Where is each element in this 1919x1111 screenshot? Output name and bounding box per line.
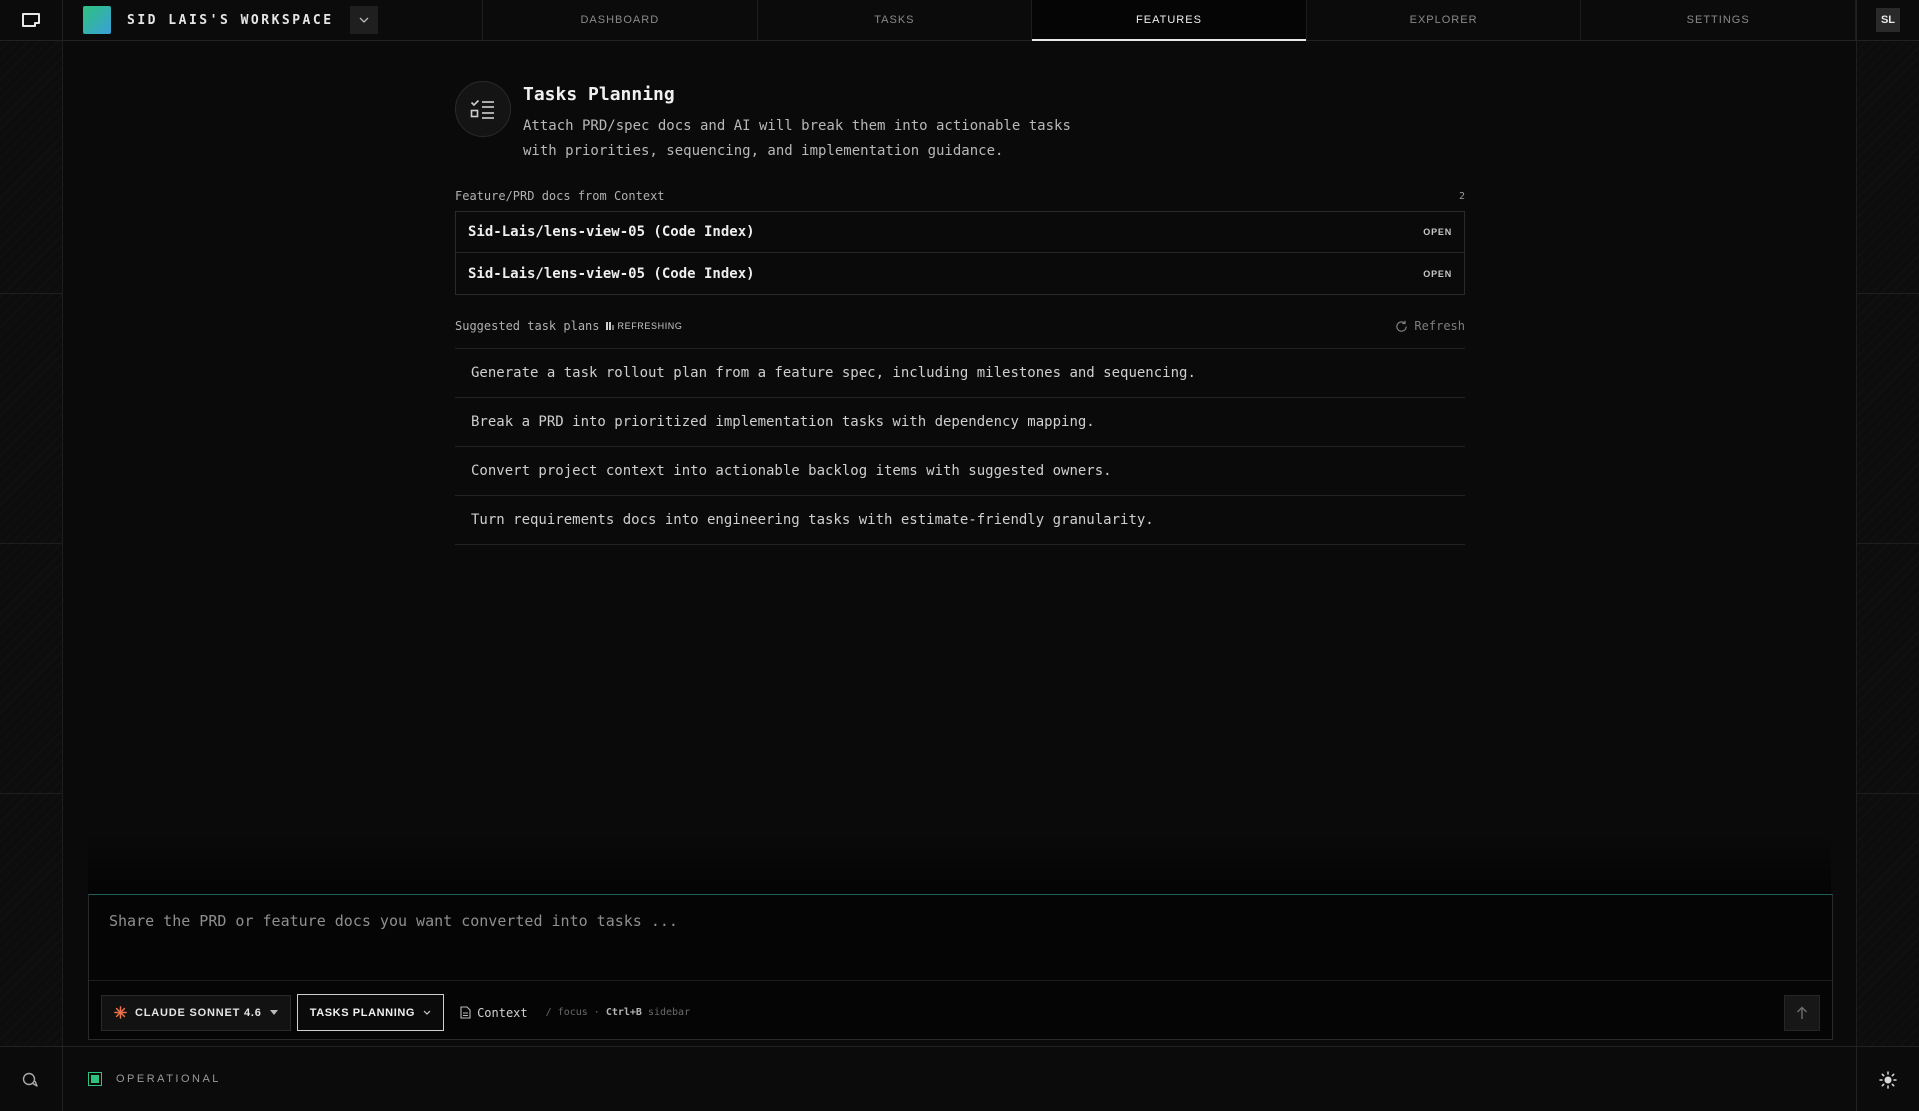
left-rail (0, 41, 63, 1046)
model-label: CLAUDE SONNET 4.6 (135, 1006, 262, 1019)
suggestion-item[interactable]: Convert project context into actionable … (455, 447, 1465, 496)
open-button[interactable]: OPEN (1423, 269, 1452, 279)
document-icon (460, 1006, 471, 1019)
doc-name: Sid-Lais/lens-view-05 (Code Index) (468, 265, 755, 282)
page-title: Tasks Planning (523, 84, 675, 105)
mode-selector[interactable]: TASKS PLANNING (296, 994, 445, 1031)
app-logo[interactable] (0, 0, 63, 40)
tab-dashboard[interactable]: DASHBOARD (483, 0, 758, 40)
feature-header-text: Tasks Planning Attach PRD/spec docs and … (523, 81, 1083, 164)
composer: Share the PRD or feature docs you want c… (88, 894, 1833, 1040)
right-rail (1856, 41, 1919, 1046)
list-check-icon (455, 81, 511, 137)
app-root: SID LAIS'S WORKSPACE DASHBOARD TASKS FEA… (0, 0, 1919, 1111)
feature-header: Tasks Planning Attach PRD/spec docs and … (455, 81, 1083, 164)
list-item[interactable]: Sid-Lais/lens-view-05 (Code Index) OPEN (456, 212, 1464, 253)
workspace-avatar (83, 6, 111, 34)
hint-sidebar: sidebar (647, 1007, 691, 1018)
workspace-switcher: SID LAIS'S WORKSPACE (63, 0, 483, 40)
refresh-button[interactable]: Refresh (1395, 319, 1465, 333)
suggestions-label-group: Suggested task plans REFRESHING (455, 319, 683, 333)
arrow-up-icon (1797, 1006, 1807, 1019)
refreshing-text: REFRESHING (617, 321, 683, 331)
refreshing-badge: REFRESHING (605, 321, 683, 331)
suggestions-list: Generate a task rollout plan from a feat… (455, 348, 1465, 545)
status-dot-icon (88, 1072, 102, 1086)
workspace-name: SID LAIS'S WORKSPACE (127, 12, 334, 28)
status-bar: OPERATIONAL (0, 1046, 1919, 1111)
hint-focus: / focus (545, 1007, 588, 1018)
tab-features[interactable]: FEATURES (1032, 0, 1307, 41)
docs-list: Sid-Lais/lens-view-05 (Code Index) OPEN … (455, 211, 1465, 295)
status-text: OPERATIONAL (116, 1073, 221, 1085)
docs-section: Feature/PRD docs from Context 2 Sid-Lais… (455, 189, 1465, 295)
suggestions-header: Suggested task plans REFRESHING Refresh (455, 316, 1465, 336)
doc-name: Sid-Lais/lens-view-05 (Code Index) (468, 224, 755, 240)
docs-section-header: Feature/PRD docs from Context 2 (455, 189, 1465, 203)
suggestions-section: Suggested task plans REFRESHING Refresh … (455, 316, 1465, 545)
avatar: SL (1876, 8, 1900, 32)
chevron-down-icon (359, 17, 369, 23)
keyboard-hint: / focus · Ctrl+B sidebar (546, 1007, 690, 1018)
help-button[interactable] (0, 1047, 63, 1111)
hint-separator: · (593, 1007, 600, 1018)
suggestions-label: Suggested task plans (455, 319, 600, 333)
docs-section-label: Feature/PRD docs from Context (455, 189, 665, 203)
suggestion-item[interactable]: Generate a task rollout plan from a feat… (455, 349, 1465, 398)
chevron-down-icon (423, 1010, 431, 1015)
main-nav: DASHBOARD TASKS FEATURES EXPLORER SETTIN… (483, 0, 1856, 41)
refresh-label: Refresh (1414, 319, 1465, 333)
anthropic-spark-icon (114, 1006, 127, 1019)
context-button[interactable]: Context (460, 1006, 528, 1020)
context-label: Context (477, 1005, 528, 1020)
chat-help-icon (22, 1072, 38, 1087)
refresh-icon (1396, 320, 1408, 332)
tab-explorer[interactable]: EXPLORER (1307, 0, 1582, 40)
hint-key: Ctrl+B (605, 1007, 642, 1018)
page-description: Attach PRD/spec docs and AI will break t… (523, 118, 1071, 159)
list-item[interactable]: Sid-Lais/lens-view-05 (Code Index) OPEN (456, 253, 1464, 294)
tab-tasks[interactable]: TASKS (758, 0, 1033, 40)
composer-toolbar: CLAUDE SONNET 4.6 TASKS PLANNING Context (101, 994, 1820, 1031)
status-indicator: OPERATIONAL (88, 1072, 221, 1086)
main-content: Tasks Planning Attach PRD/spec docs and … (64, 41, 1855, 1046)
logo-icon (22, 13, 40, 27)
mode-label: TASKS PLANNING (309, 1006, 416, 1019)
open-button[interactable]: OPEN (1423, 227, 1452, 237)
model-selector[interactable]: CLAUDE SONNET 4.6 (101, 994, 291, 1031)
suggestion-item[interactable]: Break a PRD into prioritized implementat… (455, 398, 1465, 447)
user-menu[interactable]: SL (1856, 0, 1919, 40)
theme-toggle-button[interactable] (1856, 1047, 1919, 1111)
tab-settings[interactable]: SETTINGS (1581, 0, 1856, 40)
send-button[interactable] (1784, 994, 1820, 1031)
sun-icon (1879, 1070, 1897, 1089)
caret-down-icon (269, 1010, 278, 1015)
top-bar: SID LAIS'S WORKSPACE DASHBOARD TASKS FEA… (0, 0, 1919, 41)
suggestion-item[interactable]: Turn requirements docs into engineering … (455, 496, 1465, 545)
prompt-input[interactable]: Share the PRD or feature docs you want c… (89, 895, 1832, 981)
docs-count: 2 (1458, 190, 1465, 202)
workspace-dropdown-button[interactable] (349, 6, 378, 34)
loading-bars-icon (605, 322, 614, 330)
